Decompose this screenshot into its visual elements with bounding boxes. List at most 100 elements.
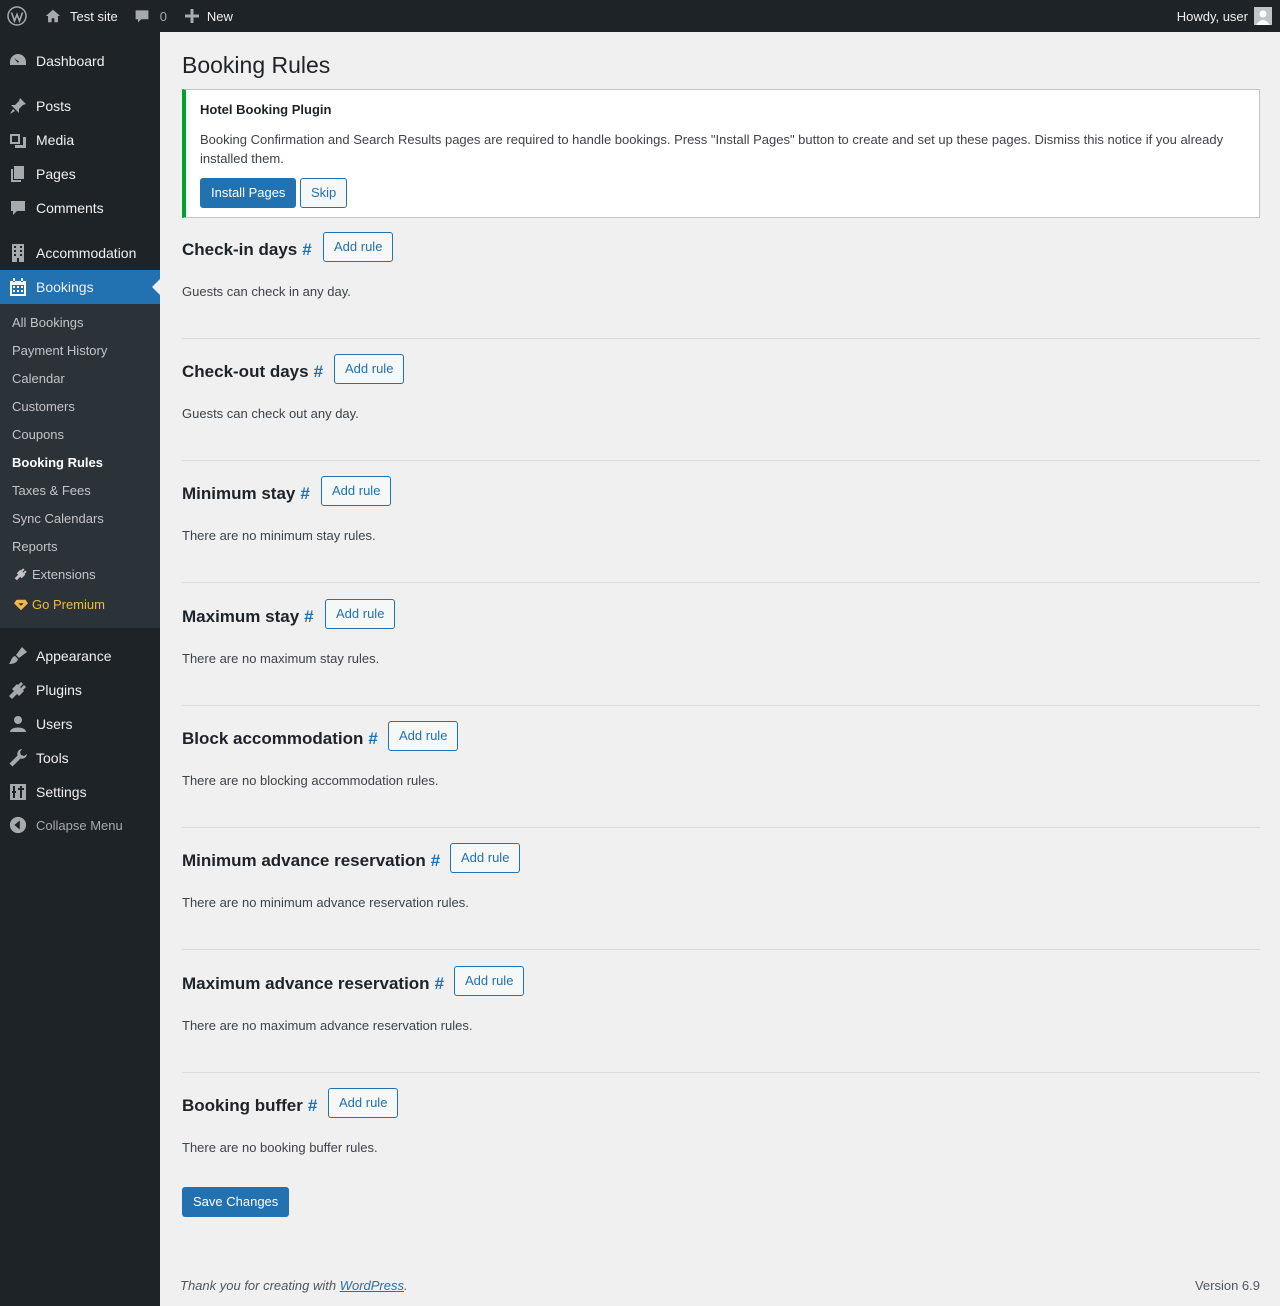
admin-menu: Dashboard Posts Media Pages Comments Acc… <box>0 32 160 1306</box>
section-text: There are no blocking accommodation rule… <box>182 773 439 788</box>
wordpress-logo-icon[interactable] <box>0 0 34 32</box>
divider <box>182 1072 1260 1073</box>
anchor-link[interactable]: # <box>302 240 311 259</box>
submenu-extensions[interactable]: Extensions <box>12 565 96 585</box>
rule-section-minimum-advance-reservation: Minimum advance reservation # Add rule Th… <box>182 843 1260 965</box>
wordpress-link[interactable]: WordPress <box>340 1278 404 1293</box>
new-content-link[interactable]: New <box>167 0 233 32</box>
menu-users[interactable]: Users <box>0 707 160 741</box>
anchor-link[interactable]: # <box>314 362 323 381</box>
menu-pages[interactable]: Pages <box>0 157 160 191</box>
add-rule-button[interactable]: Add rule <box>388 721 459 751</box>
submenu-all-bookings[interactable]: All Bookings <box>12 313 84 333</box>
notice-title: Hotel Booking Plugin <box>200 102 332 117</box>
anchor-link[interactable]: # <box>368 729 377 748</box>
menu-label: Media <box>36 132 75 148</box>
divider <box>182 582 1260 583</box>
admin-bar: Test site 0 New Howdy, user <box>0 0 1280 32</box>
anchor-link[interactable]: # <box>431 851 440 870</box>
menu-tools[interactable]: Tools <box>0 741 160 775</box>
submenu-label: Go Premium <box>32 597 105 612</box>
submenu-calendar[interactable]: Calendar <box>12 369 65 389</box>
menu-settings[interactable]: Settings <box>0 775 160 809</box>
submenu-reports[interactable]: Reports <box>12 537 58 557</box>
my-account-link[interactable]: Howdy, user <box>1177 0 1272 32</box>
save-changes-button[interactable]: Save Changes <box>182 1187 290 1217</box>
menu-label: Tools <box>36 750 69 766</box>
add-rule-button[interactable]: Add rule <box>450 843 521 873</box>
menu-appearance[interactable]: Appearance <box>0 639 160 673</box>
wrench-icon <box>0 748 36 768</box>
rule-section-check-out-days: Check-out days # Add rule Guests can chec… <box>182 354 1260 476</box>
menu-posts[interactable]: Posts <box>0 89 160 123</box>
menu-bookings[interactable]: Bookings <box>0 270 160 304</box>
menu-accommodation[interactable]: Accommodation <box>0 236 160 270</box>
submenu-payment-history[interactable]: Payment History <box>12 341 107 361</box>
menu-label: Accommodation <box>36 245 137 261</box>
add-rule-button[interactable]: Add rule <box>321 476 392 506</box>
submenu-coupons[interactable]: Coupons <box>12 425 64 445</box>
rule-section-block-accommodation: Block accommodation # Add rule There are … <box>182 721 1260 843</box>
anchor-link[interactable]: # <box>435 974 444 993</box>
settings-icon <box>0 782 36 802</box>
plug-icon <box>14 567 32 587</box>
submenu-customers[interactable]: Customers <box>12 397 75 417</box>
menu-label: Settings <box>36 784 87 800</box>
rule-section-maximum-advance-reservation: Maximum advance reservation # Add rule Th… <box>182 966 1260 1088</box>
rule-section-check-in-days: Check-in days # Add rule Guests can check… <box>182 232 1260 354</box>
plus-icon <box>184 9 199 23</box>
submenu-taxes-fees[interactable]: Taxes & Fees <box>12 481 91 501</box>
submenu-sync-calendars[interactable]: Sync Calendars <box>12 509 104 529</box>
divider <box>182 460 1260 461</box>
anchor-link[interactable]: # <box>308 1096 317 1115</box>
menu-dashboard[interactable]: Dashboard <box>0 44 160 78</box>
menu-label: Pages <box>36 166 76 182</box>
site-name-link[interactable]: Test site <box>34 0 118 32</box>
section-title: Maximum stay # <box>182 607 314 626</box>
menu-label: Dashboard <box>36 53 105 69</box>
menu-media[interactable]: Media <box>0 123 160 157</box>
section-title: Minimum advance reservation # <box>182 851 441 870</box>
add-rule-button[interactable]: Add rule <box>334 354 405 384</box>
footer-version: Version 6.9 <box>1194 1278 1260 1293</box>
add-rule-button[interactable]: Add rule <box>328 1088 399 1118</box>
add-rule-button[interactable]: Add rule <box>454 966 525 996</box>
add-rule-button[interactable]: Add rule <box>325 599 396 629</box>
section-text: There are no booking buffer rules. <box>182 1140 378 1155</box>
section-title: Check-in days # <box>182 240 312 259</box>
comments-count: 0 <box>159 8 167 24</box>
divider <box>182 949 1260 950</box>
comments-link[interactable]: 0 <box>118 0 167 32</box>
howdy-label: Howdy, user <box>1176 8 1248 24</box>
skip-button[interactable]: Skip <box>300 178 348 208</box>
collapse-label: Collapse Menu <box>36 817 123 833</box>
add-rule-button[interactable]: Add rule <box>323 232 394 262</box>
section-text: There are no maximum stay rules. <box>182 651 380 666</box>
section-text: Guests can check out any day. <box>182 406 359 421</box>
collapse-menu-button[interactable]: Collapse Menu <box>0 808 160 842</box>
menu-comments[interactable]: Comments <box>0 191 160 225</box>
calendar-icon <box>0 277 36 297</box>
section-title: Block accommodation # <box>182 729 378 748</box>
bookings-submenu: All Bookings Payment History Calendar Cu… <box>0 304 160 628</box>
comment-icon <box>0 198 36 218</box>
hotel-booking-notice: Hotel Booking Plugin Booking Confirmatio… <box>182 89 1260 218</box>
submenu-go-premium[interactable]: Go Premium <box>12 595 105 615</box>
menu-label: Users <box>36 716 73 732</box>
submenu-booking-rules[interactable]: Booking Rules <box>12 453 103 473</box>
rule-section-minimum-stay: Minimum stay # Add rule There are no mini… <box>182 476 1260 598</box>
notice-text: Booking Confirmation and Search Results … <box>200 132 1224 166</box>
anchor-link[interactable]: # <box>300 484 309 503</box>
anchor-link[interactable]: # <box>304 607 313 626</box>
section-text: Guests can check in any day. <box>182 284 351 299</box>
menu-plugins[interactable]: Plugins <box>0 673 160 707</box>
rule-section-maximum-stay: Maximum stay # Add rule There are no maxi… <box>182 599 1260 721</box>
section-text: There are no minimum stay rules. <box>182 528 376 543</box>
user-icon <box>0 714 36 734</box>
dashboard-icon <box>0 51 36 71</box>
submenu-label: Extensions <box>32 567 96 582</box>
brush-icon <box>0 646 36 666</box>
diamond-icon <box>14 597 32 617</box>
install-pages-button[interactable]: Install Pages <box>200 178 297 208</box>
pages-icon <box>0 164 36 184</box>
